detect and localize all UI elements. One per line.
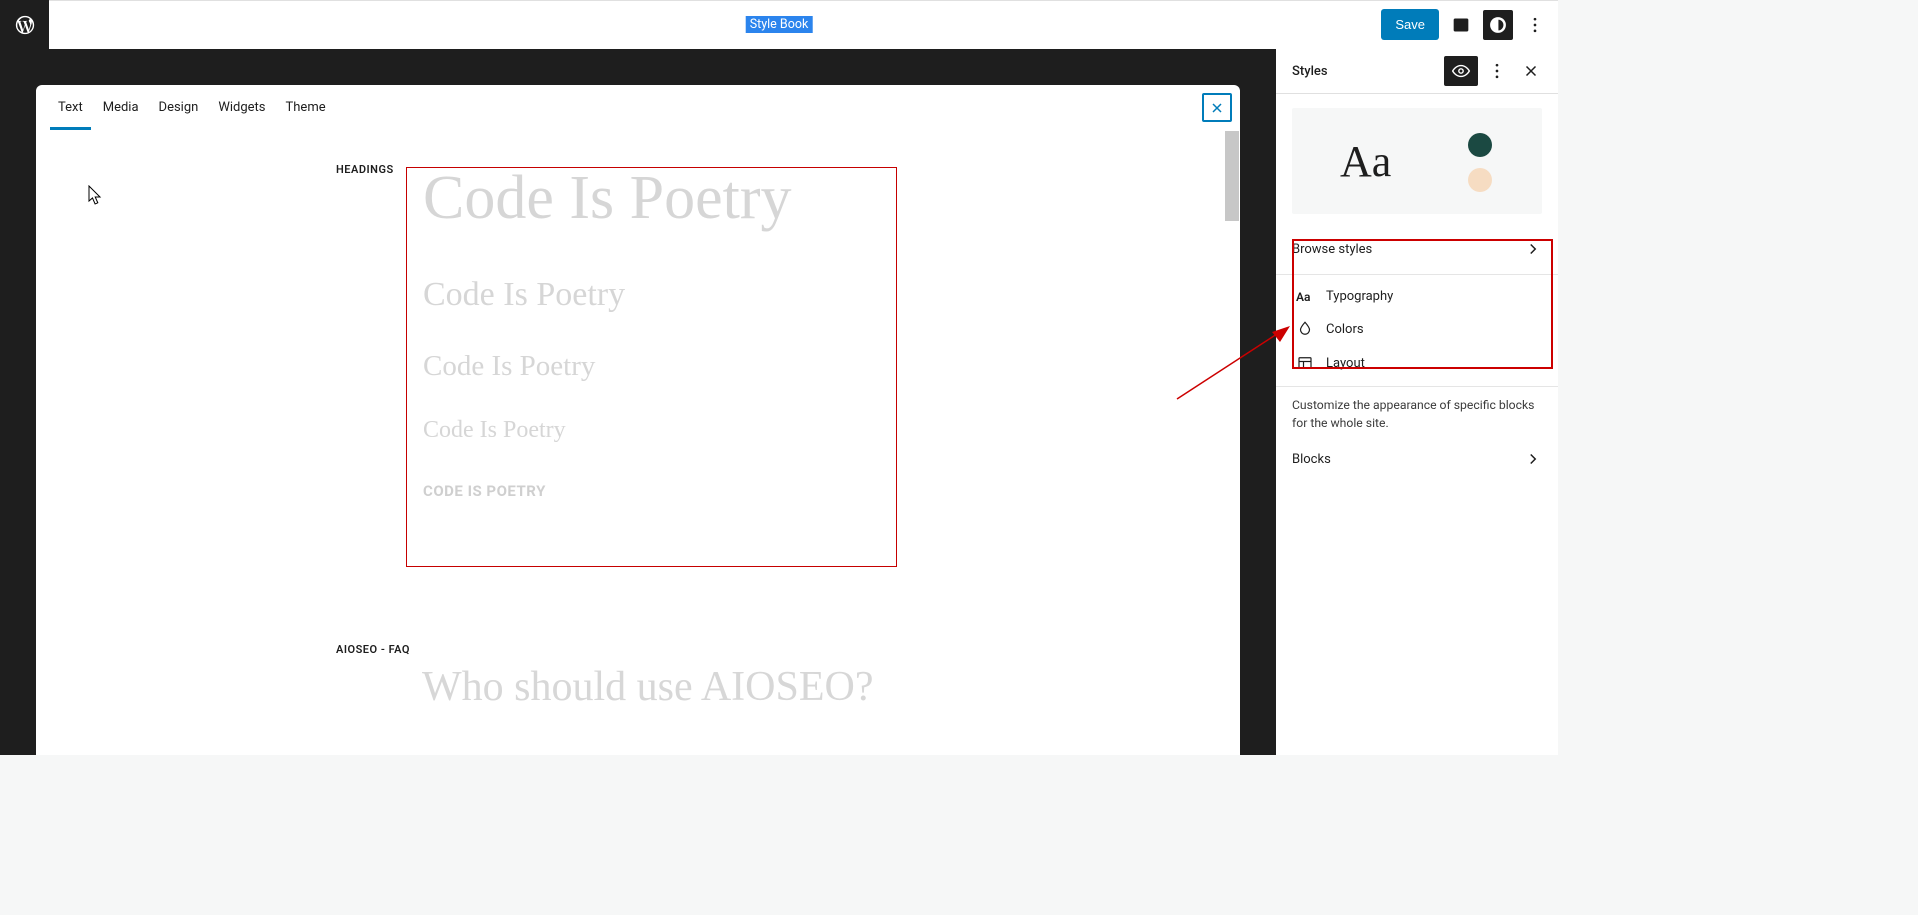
save-button[interactable]: Save <box>1381 9 1439 40</box>
tab-theme[interactable]: Theme <box>276 86 336 130</box>
aioseo-section-label: AIOSEO - FAQ <box>336 643 410 656</box>
typography-option[interactable]: Aa Typography <box>1276 281 1558 312</box>
cursor-icon <box>88 185 104 207</box>
kebab-icon <box>1525 15 1545 35</box>
browse-styles-label: Browse styles <box>1292 242 1372 257</box>
heading-h1-sample[interactable]: Code Is Poetry <box>423 160 880 238</box>
canvas-wrap: Text Media Design Widgets Theme HEADINGS… <box>0 49 1276 755</box>
tab-widgets[interactable]: Widgets <box>208 86 275 130</box>
styles-sidebar: Styles Aa Bro <box>1276 49 1558 755</box>
blocks-row[interactable]: Blocks <box>1276 440 1558 478</box>
faq-heading-sample[interactable]: Who should use AIOSEO? <box>422 663 873 711</box>
layout-label: Layout <box>1326 356 1365 371</box>
styles-sidebar-title: Styles <box>1292 64 1328 79</box>
close-icon <box>1209 100 1225 116</box>
preview-typography-glyph: Aa <box>1340 136 1391 187</box>
close-stylebook-button[interactable] <box>1202 93 1232 122</box>
sidebar-divider <box>1276 274 1558 275</box>
typography-label: Typography <box>1326 289 1393 304</box>
browse-styles-row[interactable]: Browse styles <box>1276 230 1558 268</box>
close-sidebar-button[interactable] <box>1516 56 1546 86</box>
close-icon <box>1522 62 1540 80</box>
eye-icon <box>1451 61 1471 81</box>
heading-h3-sample[interactable]: Code Is Poetry <box>423 350 880 383</box>
heading-h4-sample[interactable]: Code Is Poetry <box>423 417 880 444</box>
tab-media[interactable]: Media <box>93 86 149 130</box>
chevron-right-icon <box>1524 240 1542 258</box>
heading-h2-sample[interactable]: Code Is Poetry <box>423 276 880 314</box>
typography-icon: Aa <box>1296 290 1314 304</box>
tab-text[interactable]: Text <box>48 86 93 130</box>
styles-toggle-button[interactable] <box>1483 10 1513 40</box>
topbar-title: Style Book <box>746 16 813 33</box>
topbar-title-wrap: Style Book <box>746 17 813 32</box>
headings-annotation-box: Code Is Poetry Code Is Poetry Code Is Po… <box>406 167 897 567</box>
canvas-scrollbar-thumb[interactable] <box>1225 131 1239 221</box>
preview-swatch-secondary <box>1468 168 1492 192</box>
chevron-right-icon <box>1524 450 1542 468</box>
layout-option[interactable]: Layout <box>1276 346 1558 380</box>
kebab-icon <box>1487 61 1507 81</box>
app-root: Style Book Save Text Media Design Wid <box>0 0 1558 755</box>
wordpress-icon <box>14 14 36 36</box>
style-preview-card[interactable]: Aa <box>1292 108 1542 214</box>
canvas: Text Media Design Widgets Theme HEADINGS… <box>36 85 1240 755</box>
colors-label: Colors <box>1326 322 1364 337</box>
preview-swatch-primary <box>1468 133 1492 157</box>
sidebar-layout-icon <box>1451 15 1471 35</box>
tab-design[interactable]: Design <box>149 86 209 130</box>
workspace: Text Media Design Widgets Theme HEADINGS… <box>0 49 1558 755</box>
topbar-right: Save <box>1381 9 1558 40</box>
top-bar: Style Book Save <box>0 0 1558 49</box>
more-menu-button[interactable] <box>1520 10 1550 40</box>
heading-h5-sample[interactable]: CODE IS POETRY <box>423 482 880 500</box>
canvas-scrollbar[interactable] <box>1224 131 1240 755</box>
canvas-tabs: Text Media Design Widgets Theme <box>36 85 1240 131</box>
droplet-icon <box>1296 320 1314 338</box>
blocks-label: Blocks <box>1292 452 1331 467</box>
styles-more-button[interactable] <box>1482 56 1512 86</box>
sidebar-divider <box>1276 386 1558 387</box>
stylebook-preview-button[interactable] <box>1444 56 1478 86</box>
styles-sidebar-header: Styles <box>1276 49 1558 94</box>
wp-logo-button[interactable] <box>0 0 49 49</box>
contrast-icon <box>1488 15 1508 35</box>
blocks-description: Customize the appearance of specific blo… <box>1276 393 1558 440</box>
layout-icon <box>1296 354 1314 372</box>
colors-option[interactable]: Colors <box>1276 312 1558 346</box>
headings-section-label: HEADINGS <box>336 163 394 176</box>
view-toggle-button[interactable] <box>1446 10 1476 40</box>
